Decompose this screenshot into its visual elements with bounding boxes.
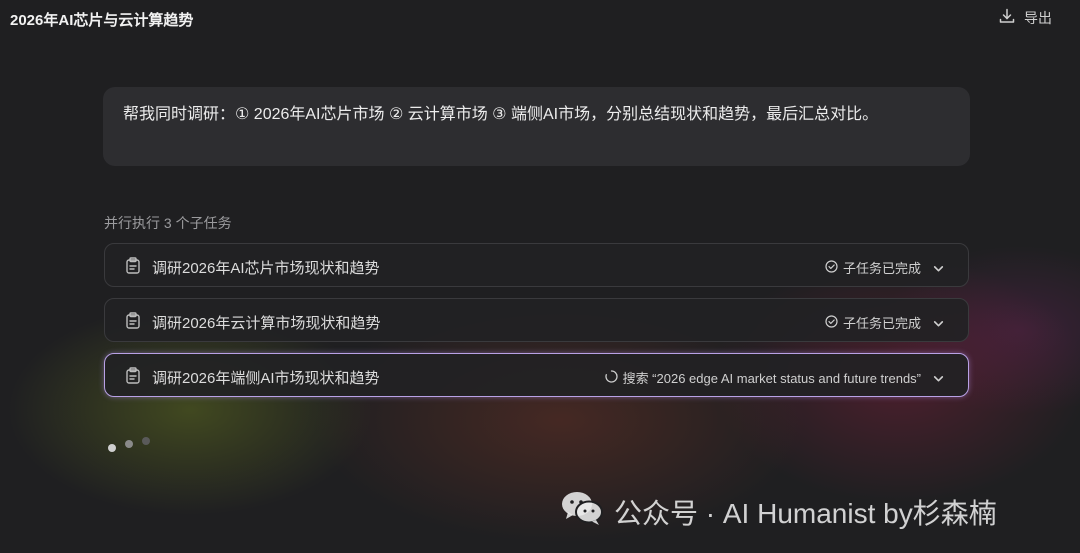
watermark: 公众号 · AI Humanist by杉森楠 <box>560 490 997 533</box>
user-prompt-text: 帮我同时调研：① 2026年AI芯片市场 ② 云计算市场 ③ 端侧AI市场，分别… <box>123 106 879 123</box>
download-icon <box>998 7 1016 28</box>
export-label: 导出 <box>1024 9 1052 26</box>
chevron-down-icon[interactable] <box>932 262 944 274</box>
subtask-card-ai-chip[interactable]: 调研2026年AI芯片市场现状和趋势 子任务已完成 <box>104 243 969 287</box>
export-button[interactable]: 导出 <box>998 7 1052 28</box>
subtask-label: 调研2026年端侧AI市场现状和趋势 <box>152 370 380 387</box>
typing-dot <box>125 440 133 448</box>
clipboard-icon <box>125 312 141 329</box>
chevron-down-icon[interactable] <box>932 317 944 329</box>
subtask-label: 调研2026年AI芯片市场现状和趋势 <box>152 260 380 277</box>
clipboard-icon <box>125 367 141 384</box>
subtask-label: 调研2026年云计算市场现状和趋势 <box>152 315 381 332</box>
subtask-status-text: 子任务已完成 <box>842 316 921 331</box>
check-circle-icon <box>825 259 838 276</box>
typing-dot <box>142 437 150 445</box>
subtasks-section-label: 并行执行 3 个子任务 <box>104 215 232 231</box>
chevron-down-icon[interactable] <box>932 372 944 384</box>
check-circle-icon <box>825 314 838 331</box>
typing-dot <box>108 444 116 452</box>
subtask-status: 子任务已完成 <box>825 313 944 332</box>
subtask-card-edge-ai[interactable]: 调研2026年端侧AI市场现状和趋势 搜索 “2026 edge AI mark… <box>104 353 969 397</box>
loading-spinner-icon <box>604 369 618 386</box>
subtask-status-text: 子任务已完成 <box>842 261 921 276</box>
typing-indicator <box>108 437 150 452</box>
wechat-icon <box>560 490 604 533</box>
subtask-status: 子任务已完成 <box>825 258 944 277</box>
watermark-text: 公众号 · AI Humanist by杉森楠 <box>614 497 997 529</box>
header: 2026年AI芯片与云计算趋势 导出 <box>0 0 1080 38</box>
subtask-status-text: 搜索 “2026 edge AI market status and futur… <box>622 371 921 386</box>
subtask-card-cloud[interactable]: 调研2026年云计算市场现状和趋势 子任务已完成 <box>104 298 969 342</box>
subtask-status: 搜索 “2026 edge AI market status and futur… <box>604 368 944 387</box>
page-title: 2026年AI芯片与云计算趋势 <box>10 12 194 29</box>
clipboard-icon <box>125 257 141 274</box>
user-prompt-bubble: 帮我同时调研：① 2026年AI芯片市场 ② 云计算市场 ③ 端侧AI市场，分别… <box>103 87 970 166</box>
